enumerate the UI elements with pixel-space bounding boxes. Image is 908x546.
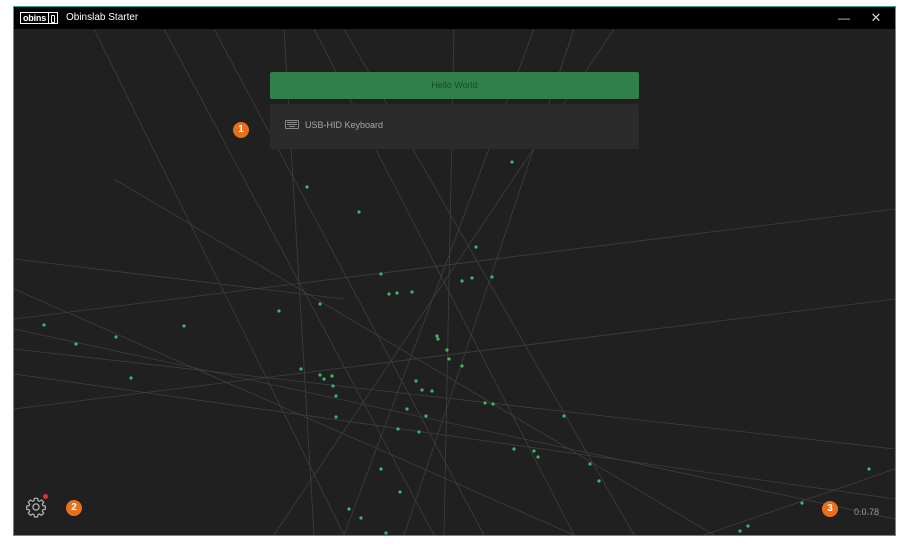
network-node <box>424 414 428 418</box>
network-line <box>14 258 345 300</box>
network-node <box>387 292 391 296</box>
network-node <box>379 467 383 471</box>
network-node <box>474 245 478 249</box>
settings-button[interactable] <box>25 496 47 518</box>
network-node <box>395 291 399 295</box>
app-window: obins Obinslab Starter — ✕ Hello World U… <box>13 6 896 536</box>
gear-icon <box>26 497 46 518</box>
network-node <box>447 357 451 361</box>
network-node <box>746 524 750 528</box>
network-node <box>114 335 118 339</box>
network-node <box>512 447 516 451</box>
network-node <box>562 414 566 418</box>
network-node <box>420 388 424 392</box>
network-node <box>532 449 536 453</box>
network-line <box>14 298 895 410</box>
network-node <box>74 342 78 346</box>
network-line <box>14 348 895 450</box>
network-node <box>414 379 418 383</box>
network-node <box>445 348 449 352</box>
window-title: Obinslab Starter <box>66 12 139 23</box>
device-card-usb-hid-keyboard[interactable]: USB-HID Keyboard <box>270 104 639 149</box>
network-node <box>334 394 338 398</box>
version-label: 0.0.78 <box>854 507 880 517</box>
logo-text: obins <box>23 13 46 23</box>
network-line <box>14 328 895 520</box>
network-node <box>435 334 439 338</box>
network-node <box>460 364 464 368</box>
annotation-badge-1: 1 <box>233 122 249 138</box>
network-node <box>379 272 383 276</box>
network-node <box>322 377 326 381</box>
network-line <box>703 468 895 535</box>
network-node <box>299 367 303 371</box>
network-node <box>182 324 186 328</box>
annotation-badge-3: 3 <box>822 501 838 517</box>
network-node <box>417 430 421 434</box>
network-node <box>331 384 335 388</box>
network-node <box>398 490 402 494</box>
network-node <box>588 462 592 466</box>
network-node <box>738 529 742 533</box>
keyboard-icon <box>285 120 299 129</box>
network-node <box>483 401 487 405</box>
network-node <box>396 427 400 431</box>
network-node <box>491 402 495 406</box>
network-node <box>510 160 514 164</box>
network-node <box>436 337 440 341</box>
network-node <box>305 185 309 189</box>
network-node <box>430 389 434 393</box>
obins-logo: obins <box>20 12 58 24</box>
network-node <box>384 531 388 535</box>
minimize-button[interactable]: — <box>829 7 859 29</box>
network-node <box>800 501 804 505</box>
network-node <box>277 309 281 313</box>
network-node <box>405 407 409 411</box>
network-node <box>410 290 414 294</box>
network-node <box>318 373 322 377</box>
notification-dot <box>43 494 48 499</box>
network-node <box>334 415 338 419</box>
network-node <box>867 467 871 471</box>
title-bar[interactable]: obins Obinslab Starter — ✕ <box>14 7 895 29</box>
network-line <box>14 288 575 535</box>
network-node <box>318 302 322 306</box>
device-name: USB-HID Keyboard <box>305 120 384 130</box>
network-node <box>42 323 46 327</box>
network-node <box>597 479 601 483</box>
hello-world-button[interactable]: Hello World <box>270 72 639 99</box>
network-node <box>490 275 494 279</box>
network-node <box>347 507 351 511</box>
logo-mark-icon <box>48 13 57 23</box>
network-node <box>330 374 334 378</box>
network-node <box>129 376 133 380</box>
network-node <box>357 210 361 214</box>
close-button[interactable]: ✕ <box>861 7 891 29</box>
network-line <box>113 178 715 535</box>
network-node <box>359 516 363 520</box>
network-node <box>536 455 540 459</box>
network-node <box>460 279 464 283</box>
network-node <box>470 276 474 280</box>
annotation-badge-2: 2 <box>66 500 82 516</box>
